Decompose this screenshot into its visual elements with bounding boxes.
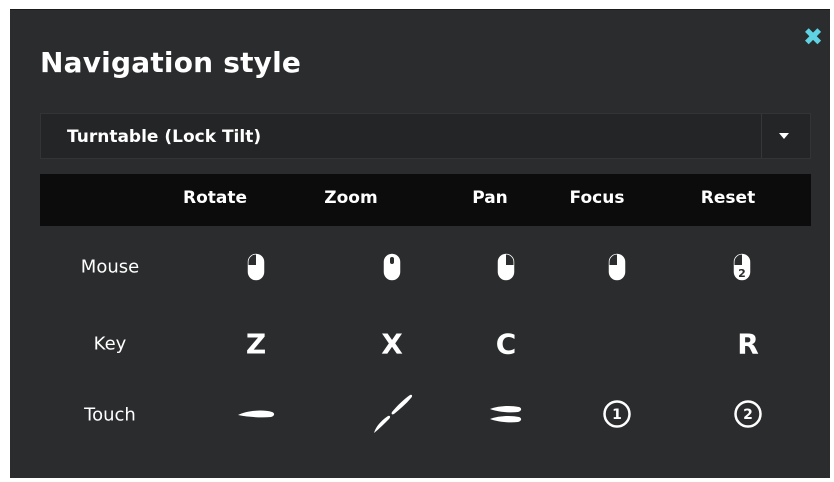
key-pan: C xyxy=(495,327,517,361)
touch-swipe-icon xyxy=(236,406,276,422)
caret-down-icon[interactable] xyxy=(779,133,789,139)
column-header-rotate: Rotate xyxy=(182,188,248,208)
mouse-wheel-icon xyxy=(383,253,401,281)
key-reset: R xyxy=(737,327,759,361)
selected-style-value: Turntable (Lock Tilt) xyxy=(67,127,262,147)
double-click-count: 2 xyxy=(738,267,746,280)
mouse-left-button-icon xyxy=(247,253,265,281)
touch-two-tap-icon: 2 xyxy=(733,399,763,429)
touch-two-finger-swipe-icon xyxy=(488,402,524,426)
tap-count-one: 1 xyxy=(612,407,622,423)
navigation-style-select[interactable]: Turntable (Lock Tilt) xyxy=(40,113,811,159)
mouse-double-click-icon: 2 xyxy=(733,253,751,281)
column-header-focus: Focus xyxy=(569,188,625,208)
table-header: Rotate Zoom Pan Focus Reset xyxy=(40,174,811,226)
dialog-title: Navigation style xyxy=(40,46,302,79)
column-header-pan: Pan xyxy=(472,188,508,208)
select-divider xyxy=(761,114,762,158)
column-header-zoom: Zoom xyxy=(324,188,378,208)
row-label-key: Key xyxy=(93,333,127,355)
close-icon[interactable]: ✖ xyxy=(800,23,826,51)
key-rotate: Z xyxy=(245,327,267,361)
row-label-touch: Touch xyxy=(84,404,136,426)
mouse-right-button-icon xyxy=(497,253,515,281)
tap-count-two: 2 xyxy=(743,407,753,423)
touch-one-tap-icon: 1 xyxy=(602,399,632,429)
window-background: ✖ Navigation style Turntable (Lock Tilt)… xyxy=(0,0,834,482)
row-label-mouse: Mouse xyxy=(80,256,140,278)
mouse-left-button-icon xyxy=(608,253,626,281)
key-zoom: X xyxy=(381,327,403,361)
touch-pinch-icon xyxy=(370,392,414,436)
column-header-reset: Reset xyxy=(700,188,756,208)
